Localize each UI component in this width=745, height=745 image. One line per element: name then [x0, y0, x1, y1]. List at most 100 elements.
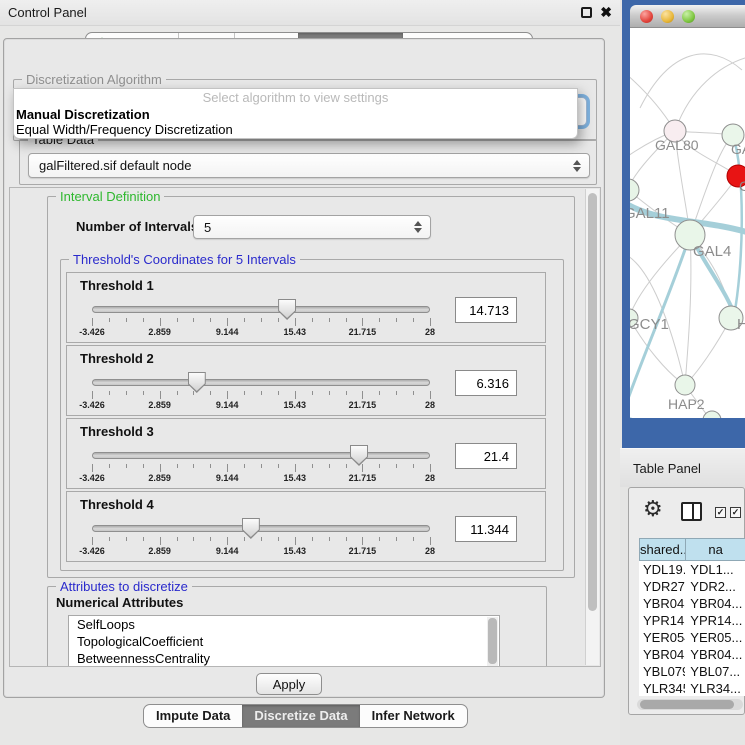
checkbox-icon-1[interactable]: ✓: [715, 507, 726, 518]
attributes-list-scrollbar[interactable]: [487, 617, 498, 667]
control-panel-titlebar: Control Panel ✖: [0, 0, 620, 26]
node-label-gal4: GAL4: [693, 243, 731, 260]
algorithm-option-manual[interactable]: Manual Discretization: [14, 107, 577, 122]
node-bottom[interactable]: [703, 411, 721, 418]
numerical-attributes-label: Numerical Attributes: [56, 595, 183, 610]
control-panel-window: Control Panel ✖ Network Style: [0, 0, 620, 745]
screen: Control Panel ✖ Network Style: [0, 0, 745, 745]
slider-tick-label: 2.859: [148, 473, 171, 483]
slider-tick-label: 9.144: [216, 473, 239, 483]
network-canvas[interactable]: GAL80 GA C GAL11 GAL4 GCY1 H HAP2: [630, 28, 745, 418]
cell-shared-name: YBR043C: [639, 595, 685, 612]
algorithm-dropdown-popup: Select algorithm to view settings Manual…: [13, 88, 578, 139]
tab-discretize-data-label: Discretize Data: [254, 705, 347, 727]
slider-tick-label: 15.43: [284, 400, 307, 410]
cell-shared-name: YLR345W: [639, 680, 685, 696]
threshold-value-input[interactable]: [455, 370, 517, 396]
gear-icon[interactable]: ⚙: [643, 496, 663, 522]
node-label-gcy1: GCY1: [630, 316, 669, 333]
float-window-icon[interactable]: [581, 7, 592, 18]
algorithm-option-equal-width[interactable]: Equal Width/Frequency Discretization: [14, 122, 577, 137]
table-row[interactable]: YPR145WYPR14...: [639, 612, 745, 629]
window-title: Control Panel: [8, 5, 87, 20]
table-row[interactable]: YER054CYER05...: [639, 629, 745, 646]
table-horizontal-scrollbar[interactable]: [637, 699, 743, 710]
column-header-shared[interactable]: shared...: [639, 538, 685, 561]
table-row[interactable]: YDL19...YDL1...: [639, 561, 745, 578]
column-header-name[interactable]: na: [685, 538, 745, 561]
threshold-slider-track[interactable]: [92, 379, 430, 386]
threshold-slider-thumb[interactable]: [278, 299, 296, 320]
table-hscrollbar-thumb[interactable]: [640, 700, 734, 709]
network-window-titlebar: [630, 5, 745, 28]
slider-tick-label: 21.715: [349, 400, 377, 410]
combo-arrows-icon: [414, 221, 422, 233]
node-label-hap2: HAP2: [668, 396, 705, 412]
cell-name: YBL07...: [685, 663, 745, 680]
minimize-traffic-light-icon[interactable]: [661, 10, 674, 23]
cell-name: YDR2...: [685, 578, 745, 595]
threshold-slider-track[interactable]: [92, 306, 430, 313]
thresholds-group: Threshold's Coordinates for 5 Intervals …: [60, 259, 564, 571]
threshold-value-input[interactable]: [455, 443, 517, 469]
tab-impute-data[interactable]: Impute Data: [144, 705, 242, 727]
table-row[interactable]: YBL079WYBL07...: [639, 663, 745, 680]
tab-infer-network-label: Infer Network: [372, 705, 455, 727]
slider-tick-label: 15.43: [284, 327, 307, 337]
algorithm-placeholder-option[interactable]: Select algorithm to view settings: [14, 89, 577, 107]
bottom-tab-bar: Impute Data Discretize Data Infer Networ…: [143, 704, 468, 728]
network-graph: GAL80 GA C GAL11 GAL4 GCY1 H HAP2: [630, 28, 745, 418]
threshold-panel-2: Threshold 2-3.4262.8599.14415.4321.71528: [66, 345, 546, 416]
tab-discretize-data[interactable]: Discretize Data: [242, 705, 359, 727]
cyni-toolbox-panel: Discretization Algorithm Select algorith…: [3, 38, 605, 698]
table-data-group: Table Data galFiltered.sif default node: [19, 139, 597, 185]
tab-infer-network[interactable]: Infer Network: [360, 705, 467, 727]
slider-tick-label: 28: [425, 400, 435, 410]
cell-shared-name: YDL19...: [639, 561, 685, 578]
apply-button[interactable]: Apply: [256, 673, 322, 695]
threshold-slider-thumb[interactable]: [242, 518, 260, 539]
threshold-slider-track[interactable]: [92, 525, 430, 532]
slider-ticks: [92, 318, 430, 327]
table-data-combobox-value: galFiltered.sif default node: [39, 158, 191, 173]
settings-scrollbar-thumb[interactable]: [588, 193, 597, 611]
table-row[interactable]: YDR27...YDR2...: [639, 578, 745, 595]
split-view-icon[interactable]: [681, 502, 702, 521]
number-of-intervals-combobox[interactable]: 5: [193, 215, 431, 239]
attribute-list-item[interactable]: TopologicalCoefficient: [69, 633, 499, 650]
discretization-algorithm-group-title: Discretization Algorithm: [22, 72, 166, 87]
slider-tick-label: -3.426: [79, 400, 105, 410]
threshold-slider-track[interactable]: [92, 452, 430, 459]
threshold-value-input[interactable]: [455, 516, 517, 542]
checkbox-icon-2[interactable]: ✓: [730, 507, 741, 518]
node-hap2[interactable]: [675, 375, 695, 395]
threshold-slider-thumb[interactable]: [350, 445, 368, 466]
interval-definition-group-title: Interval Definition: [56, 189, 164, 204]
zoom-traffic-light-icon[interactable]: [682, 10, 695, 23]
settings-vertical-scrollbar[interactable]: [585, 189, 599, 665]
slider-ticks: [92, 464, 430, 473]
attributes-group-title: Attributes to discretize: [56, 579, 192, 594]
slider-tick-label: 21.715: [349, 473, 377, 483]
table-data-combobox[interactable]: galFiltered.sif default node: [28, 153, 590, 178]
table-panel: ⚙ ✓ ✓ shared... na YDL19...YDL1...YDR27.…: [628, 487, 745, 715]
attribute-list-item[interactable]: SelfLoops: [69, 616, 499, 633]
threshold-slider-thumb[interactable]: [188, 372, 206, 393]
close-traffic-light-icon[interactable]: [640, 10, 653, 23]
numerical-attributes-list[interactable]: SelfLoopsTopologicalCoefficientBetweenne…: [68, 615, 500, 667]
node-label-c: C: [739, 178, 745, 194]
cell-name: YPR14...: [685, 612, 745, 629]
network-view-frame: GAL80 GA C GAL11 GAL4 GCY1 H HAP2: [622, 0, 745, 448]
close-icon[interactable]: ✖: [600, 4, 612, 21]
threshold-panel-4: Threshold 4-3.4262.8599.14415.4321.71528: [66, 491, 546, 562]
threshold-value-input[interactable]: [455, 297, 517, 323]
threshold-panel-1: Threshold 1-3.4262.8599.14415.4321.71528: [66, 272, 546, 343]
threshold-label: Threshold 2: [80, 351, 154, 366]
table-row[interactable]: YBR043CYBR04...: [639, 595, 745, 612]
attribute-list-item[interactable]: BetweennessCentrality: [69, 650, 499, 667]
cell-shared-name: YPR145W: [639, 612, 685, 629]
slider-tick-label: 15.43: [284, 473, 307, 483]
slider-tick-label: 2.859: [148, 546, 171, 556]
table-row[interactable]: YBR045CYBR04...: [639, 646, 745, 663]
table-row[interactable]: YLR345WYLR34...: [639, 680, 745, 696]
